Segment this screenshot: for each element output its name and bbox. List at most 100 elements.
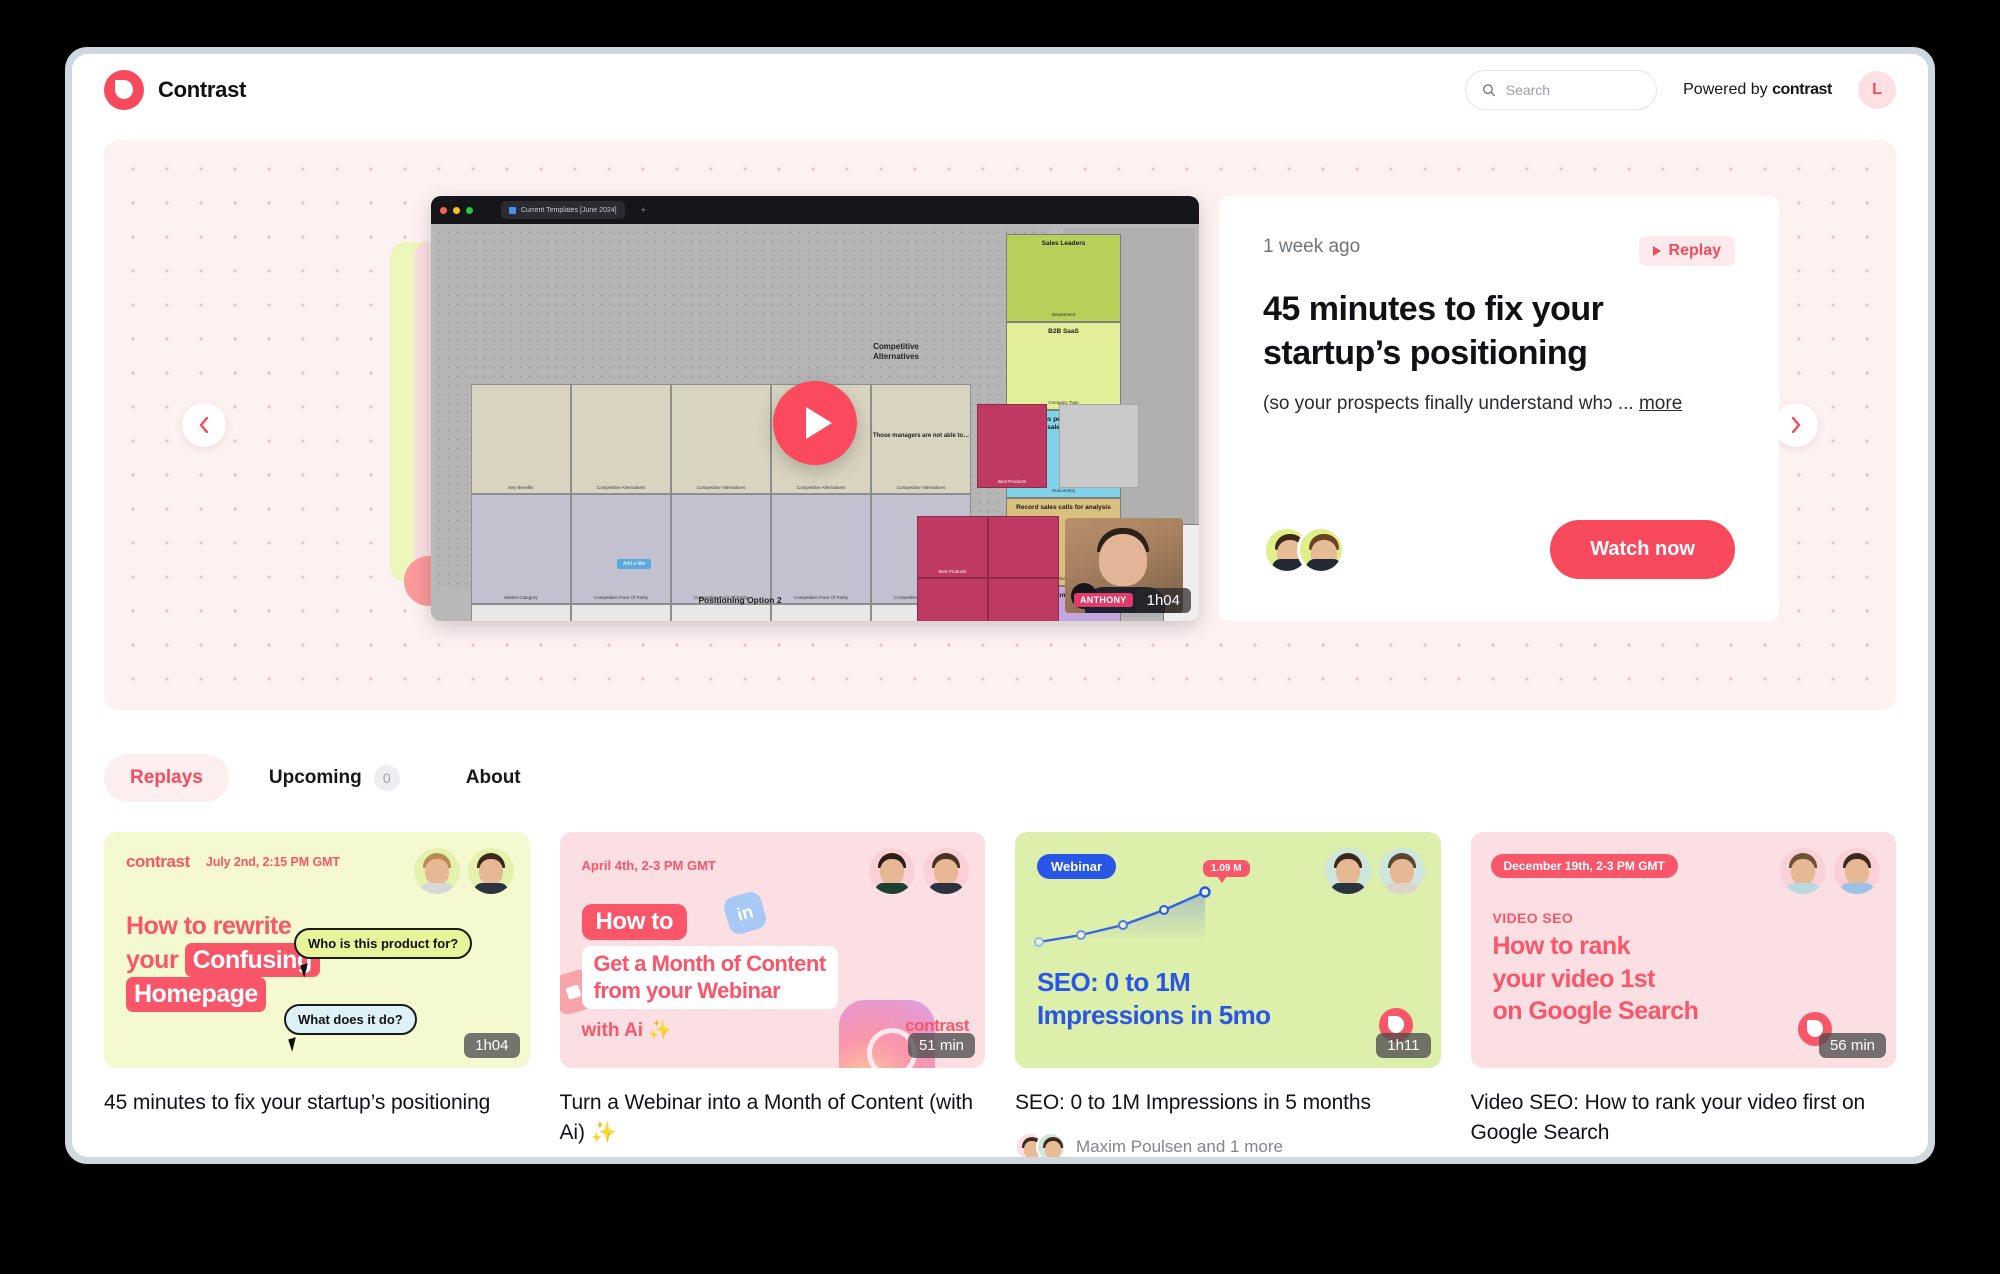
- brand[interactable]: Contrast: [104, 70, 246, 110]
- speaker-face: [1099, 534, 1147, 586]
- replay-label: Replay: [1668, 242, 1721, 259]
- diagram-grid-row: Best Products Competitive Products Compe…: [471, 604, 971, 621]
- diagram-cell: Those managers are not able to… Competiti…: [871, 384, 971, 494]
- stack-block: B2B SaaS Company Type: [1006, 322, 1121, 410]
- avatar: [1780, 848, 1826, 894]
- favicon-icon: [509, 206, 516, 214]
- thumb-footer-text: with Ai ✨: [581, 1020, 673, 1041]
- hero-carousel: Current Templates [June 2024] + Competit…: [104, 140, 1896, 710]
- avatar-face: [1791, 859, 1815, 885]
- diagram-cell: Competitive Point Of Parity: [571, 494, 671, 604]
- box-caption: Best Products: [997, 479, 1026, 484]
- thumb-headline: How to rewrite your Confusing Homepage: [126, 910, 366, 1012]
- avatar-body: [1306, 558, 1342, 571]
- diagram-magenta-box: Best Products: [977, 404, 1047, 488]
- hero-speaker-avatars: [1263, 525, 1345, 574]
- cell-caption: Competitive Alternatives: [696, 485, 746, 490]
- replay-thumbnail[interactable]: December 19th, 2-3 PM GMT VIDEO SEO How …: [1470, 832, 1896, 1068]
- avatar-initial: L: [1872, 81, 1882, 98]
- avatar: [923, 848, 969, 894]
- watch-now-button[interactable]: Watch now: [1550, 520, 1735, 579]
- diagram-label: Competitive Alternatives: [873, 342, 919, 361]
- replay-thumbnail[interactable]: contrast July 2nd, 2:15 PM GMT How to re…: [104, 832, 530, 1068]
- thumb-headline: How to rank your video 1st on Google Sea…: [1493, 930, 1699, 1028]
- magenta-cell: Best Products: [917, 516, 988, 578]
- replay-thumbnail[interactable]: April 4th, 2-3 PM GMT in How to Get a Mo…: [559, 832, 985, 1068]
- headline-line-1: Get a Month of Content: [593, 951, 827, 976]
- thumb-headline: SEO: 0 to 1M Impressions in 5mo: [1037, 966, 1271, 1032]
- hero-info-card: 1 week ago Replay 45 minutes to fix your…: [1219, 196, 1779, 621]
- avatar-face: [424, 859, 449, 885]
- contrast-drop-icon: [104, 70, 144, 110]
- diagram-cell: Competitive Point Of Parity: [771, 494, 871, 604]
- thumb-tag: Webinar: [1037, 854, 1117, 879]
- player-tab: Current Templates [June 2024]: [501, 201, 625, 219]
- avatar-face: [1389, 859, 1414, 885]
- player-canvas: Competitive Alternatives Key Benefits Co…: [431, 224, 1199, 621]
- search-icon: [1483, 84, 1496, 97]
- hero-video-player[interactable]: Current Templates [June 2024] + Competit…: [431, 196, 1199, 621]
- tab-about-label: About: [465, 767, 521, 788]
- play-triangle-icon: [1652, 246, 1661, 256]
- tab-replays[interactable]: Replays: [104, 754, 229, 802]
- replay-card[interactable]: contrast July 2nd, 2:15 PM GMT How to re…: [104, 832, 530, 1157]
- cell-text: Those managers are not able to…: [872, 432, 970, 439]
- stack-block: Sales Leaders Department: [1006, 234, 1121, 322]
- avatar-body: [875, 883, 909, 894]
- replays-grid: contrast July 2nd, 2:15 PM GMT How to re…: [104, 832, 1896, 1157]
- avatar-face: [934, 859, 958, 885]
- thumb-header: contrast July 2nd, 2:15 PM GMT: [126, 852, 340, 872]
- replay-card-title: Video SEO: How to rank your video first …: [1470, 1091, 1866, 1144]
- chart-value-pin: 1.09 M: [1203, 860, 1250, 883]
- replay-card[interactable]: December 19th, 2-3 PM GMT VIDEO SEO How …: [1470, 832, 1896, 1157]
- hero-more-link[interactable]: more: [1639, 393, 1682, 414]
- tab-upcoming[interactable]: Upcoming 0: [243, 752, 426, 804]
- linkedin-icon: in: [720, 889, 769, 937]
- avatar-body: [1330, 883, 1365, 894]
- avatar-body: [419, 883, 454, 894]
- thumb-date: July 2nd, 2:15 PM GMT: [205, 855, 340, 869]
- replay-thumbnail[interactable]: Webinar 1.09 M SEO: 0 to 1M Impressions …: [1015, 832, 1441, 1068]
- avatar: [869, 848, 915, 894]
- duration-badge: 51 min: [907, 1033, 975, 1058]
- diagram-magenta-grid: Best Products Best Products: [917, 516, 1059, 621]
- avatar-body: [1384, 883, 1419, 894]
- hero-time-ago: 1 week ago: [1263, 236, 1361, 257]
- tab-about[interactable]: About: [440, 754, 547, 802]
- player-tab-title: Current Templates [June 2024]: [521, 206, 617, 214]
- thumb-headline: Get a Month of Content from your Webinar: [581, 946, 838, 1009]
- tab-replays-label: Replays: [130, 767, 203, 788]
- diagram-cell: Key Benefits: [471, 384, 571, 494]
- diagram-cell: ClariCompetitive Products: [771, 604, 871, 621]
- play-button[interactable]: [773, 380, 857, 465]
- avatar: [467, 848, 514, 894]
- search-input[interactable]: [1505, 82, 1641, 98]
- avatar-body: [929, 883, 963, 894]
- avatar-face: [880, 859, 904, 885]
- hero-title: 45 minutes to fix your startup’s positio…: [1263, 290, 1604, 372]
- cell-caption: Competitive Alternatives: [896, 485, 946, 490]
- new-tab-icon: +: [640, 205, 646, 215]
- replay-card[interactable]: April 4th, 2-3 PM GMT in How to Get a Mo…: [559, 832, 985, 1157]
- hero-info-top-row: 1 week ago Replay: [1263, 236, 1735, 266]
- hero-duration-badge: 1h04: [1135, 588, 1191, 613]
- duration-badge: 56 min: [1818, 1033, 1886, 1058]
- diagram-gray-box: [1059, 404, 1139, 488]
- headline-line-2-pre: your: [126, 945, 185, 974]
- stack-block-title: Sales Leaders: [1041, 240, 1086, 247]
- user-avatar[interactable]: L: [1858, 71, 1896, 109]
- headline-line-1: How to rank: [1492, 932, 1631, 960]
- replay-card[interactable]: Webinar 1.09 M SEO: 0 to 1M Impressions …: [1015, 832, 1441, 1157]
- diagram-cell: Competitive Alternatives: [571, 384, 671, 494]
- search-box[interactable]: [1465, 70, 1658, 110]
- powered-prefix: Powered by: [1683, 81, 1773, 98]
- avatar-body: [1840, 883, 1874, 894]
- growth-chart-icon: [1034, 886, 1211, 947]
- tab-upcoming-label: Upcoming: [268, 767, 362, 788]
- headline-line-3: on Google Search: [1492, 997, 1699, 1025]
- diagram-cell: Competitive Products: [571, 604, 671, 621]
- thumb-avatars: [1780, 848, 1880, 894]
- replay-card-title: SEO: 0 to 1M Impressions in 5 months: [1015, 1091, 1371, 1114]
- box-caption: Best Products: [938, 569, 967, 574]
- cell-caption: Competitive Alternatives: [796, 485, 846, 490]
